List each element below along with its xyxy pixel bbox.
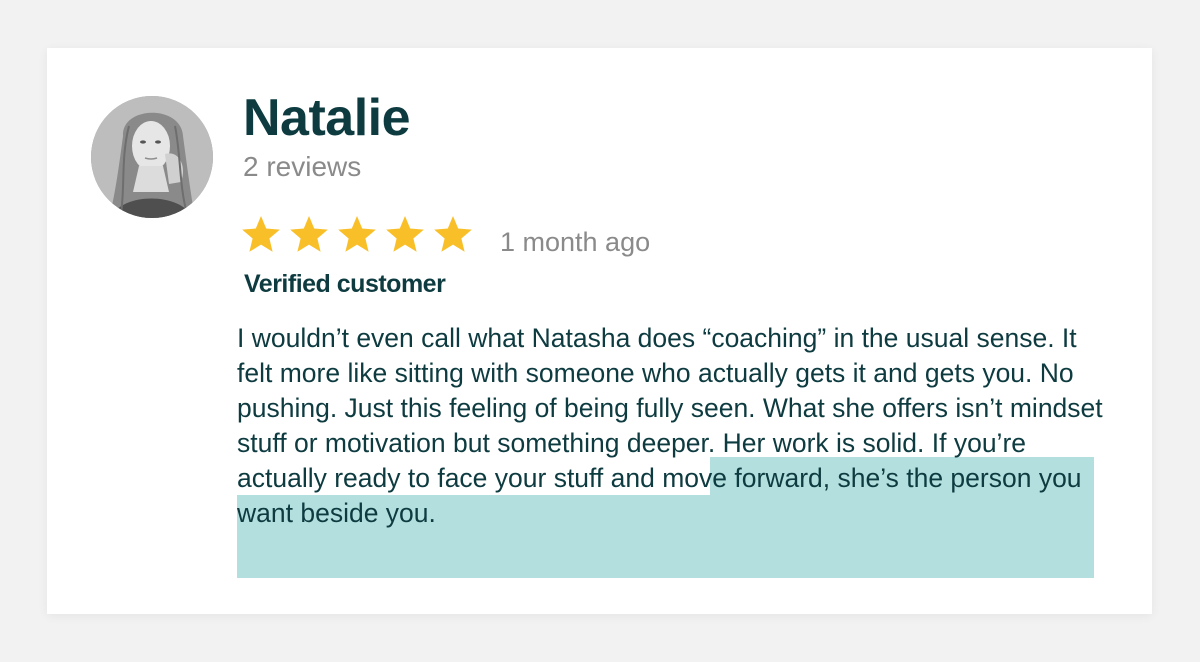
star-icon <box>338 216 376 252</box>
reviewer-photo-icon <box>91 96 213 218</box>
star-icon <box>290 216 328 252</box>
reviewer-name[interactable]: Natalie <box>243 88 411 148</box>
review-text: I wouldn’t even call what Natasha does “… <box>237 321 1107 531</box>
star-icon <box>242 216 280 252</box>
review-date: 1 month ago <box>500 227 651 257</box>
review-count[interactable]: 2 reviews <box>243 150 361 184</box>
review-card: Natalie 2 reviews 1 month ago Verified c… <box>47 48 1152 614</box>
star-icon <box>434 216 472 252</box>
avatar[interactable] <box>91 96 213 218</box>
star-icon <box>386 216 424 252</box>
verified-badge: Verified customer <box>244 270 446 298</box>
star-rating <box>241 214 473 254</box>
